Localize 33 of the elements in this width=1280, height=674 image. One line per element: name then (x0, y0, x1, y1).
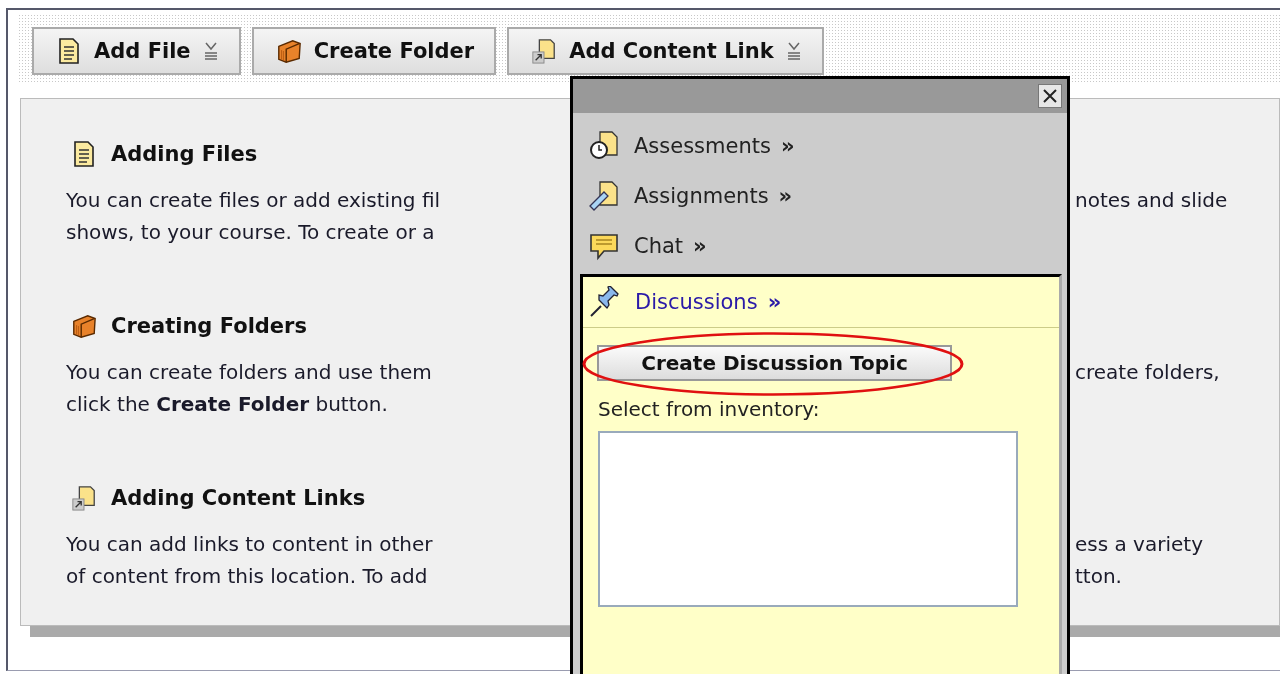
section-heading: Adding Content Links (111, 486, 366, 510)
section-heading: Creating Folders (111, 314, 307, 338)
body-text: ess a variety (1075, 532, 1203, 556)
body-text: shows, to your course. To create or a (66, 220, 435, 244)
body-text: You can create folders and use them (66, 360, 432, 384)
section-heading: Adding Files (111, 142, 258, 166)
document-icon (71, 140, 97, 168)
menu-item[interactable]: Chat » (573, 221, 1067, 271)
body-text: create folders, (1075, 360, 1220, 384)
toolbar-button[interactable]: Add File (32, 27, 241, 75)
body-text: tton. (1075, 564, 1122, 588)
stopwatch-document-icon (588, 130, 620, 162)
close-button[interactable] (1038, 84, 1062, 108)
document-icon (56, 37, 82, 65)
create-topic-button[interactable]: Create Discussion Topic (597, 345, 952, 381)
body-text: click the Create Folder button. (66, 392, 388, 416)
box-icon (275, 37, 302, 65)
menu-item[interactable]: Assignments » (573, 171, 1067, 221)
linked-document-icon (71, 484, 97, 512)
body-text: of content from this location. To add (66, 564, 428, 588)
body-text: You can add links to content in other (66, 532, 433, 556)
menu-item[interactable]: Assessments » (573, 121, 1067, 171)
body-text: notes and slide (1075, 188, 1228, 212)
ruler-document-icon (588, 180, 620, 212)
pushpin-icon (589, 286, 621, 318)
close-icon (1042, 88, 1058, 104)
toolbar-button[interactable]: Create Folder (251, 27, 497, 75)
menu-item[interactable]: Discussions » (583, 277, 1059, 328)
linked-document-icon (531, 37, 558, 65)
field-label: Select from inventory: (598, 397, 821, 421)
toolbar-button[interactable]: Add Content Link (507, 27, 824, 75)
box-icon (71, 312, 97, 340)
body-text: You can create files or add existing fil (66, 188, 441, 212)
